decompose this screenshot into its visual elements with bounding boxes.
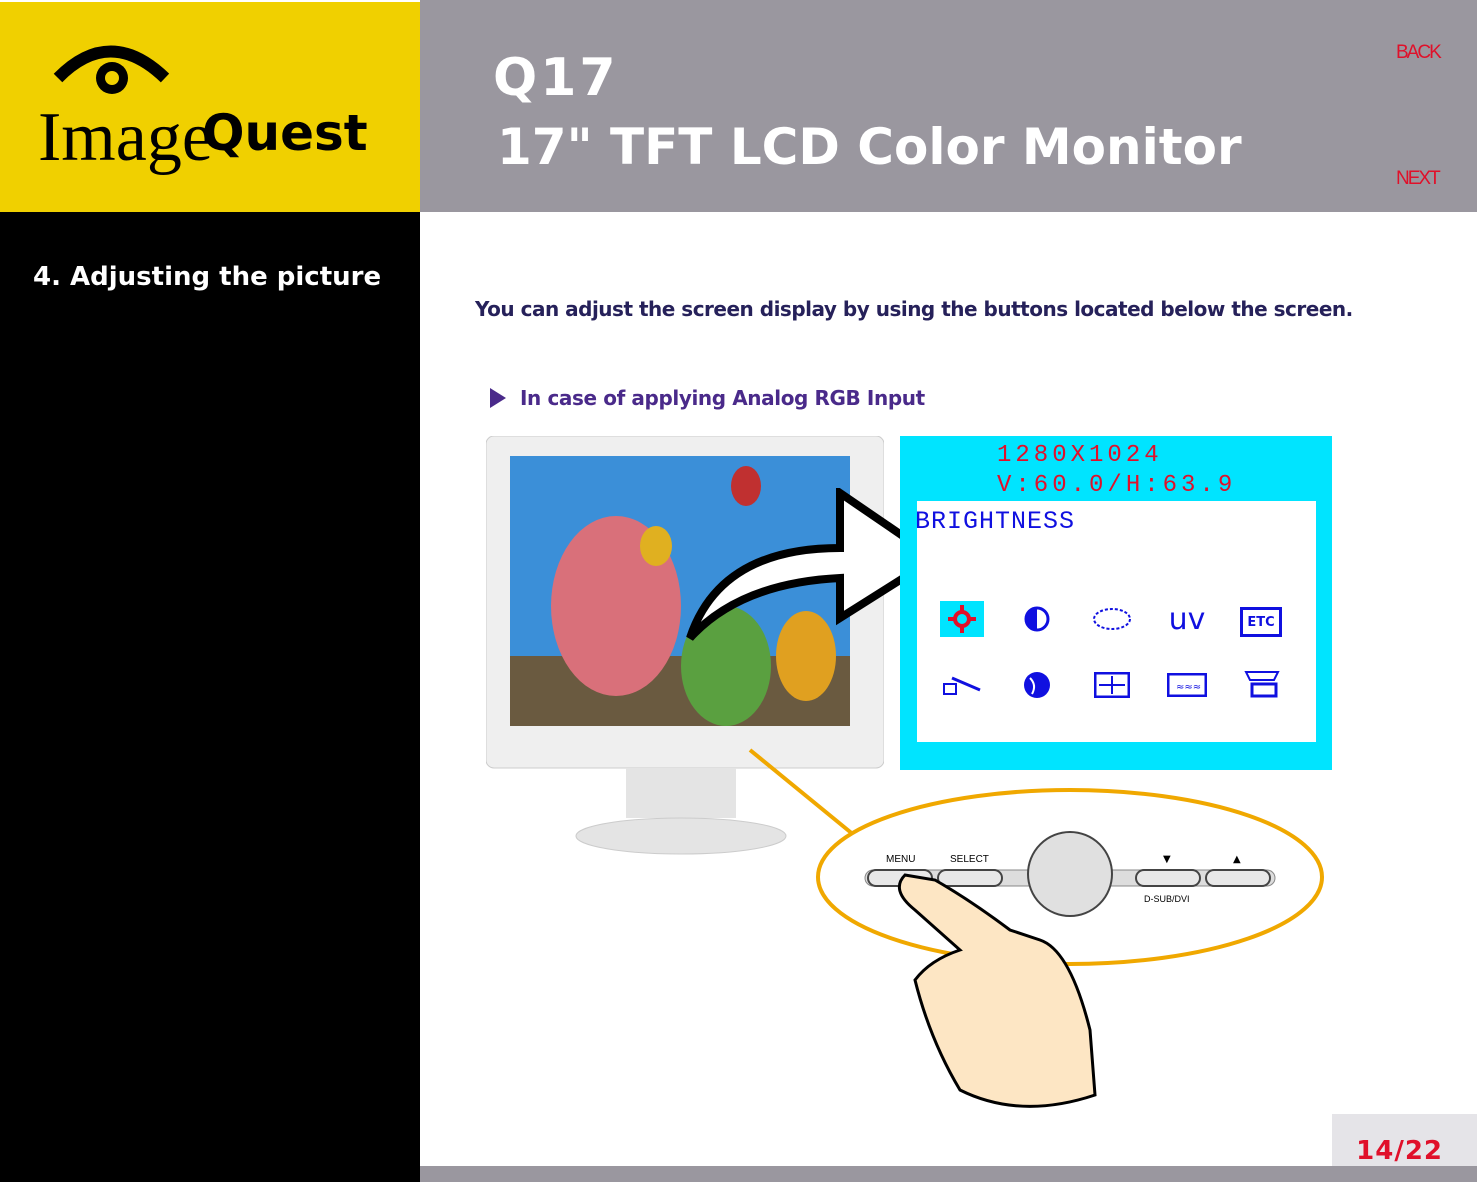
up-button[interactable] (1205, 869, 1271, 887)
position-icon[interactable] (1090, 667, 1134, 703)
osd-frequency: V:60.0/H:63.9 (997, 472, 1237, 499)
section-title: 4. Adjusting the picture (33, 262, 382, 292)
uv-icon[interactable]: uv (1165, 601, 1209, 637)
model-title: Q17 (493, 48, 619, 108)
back-link[interactable]: BACK (1396, 42, 1442, 64)
down-button[interactable] (1135, 869, 1201, 887)
select-button[interactable] (937, 869, 1003, 887)
input-icon[interactable] (1240, 667, 1284, 703)
svg-text:≈≈≈: ≈≈≈ (1176, 682, 1201, 693)
subheading-text: In case of applying Analog RGB Input (520, 386, 925, 410)
degauss-icon[interactable] (940, 667, 984, 703)
language-icon[interactable] (1015, 667, 1059, 703)
brightness-icon[interactable] (940, 601, 984, 637)
control-panel-callout: MENU SELECT ▼ ▲ D-SUB/DVI (748, 748, 1324, 1108)
osd-screen: 1280X1024 V:60.0/H:63.9 BRIGHTNESS uv ET… (900, 436, 1332, 770)
menu-label: MENU (886, 854, 915, 865)
triangle-bullet-icon (490, 388, 506, 408)
svg-text:Quest: Quest (202, 104, 368, 162)
subheading: In case of applying Analog RGB Input (490, 386, 925, 410)
color-palette-icon[interactable] (1090, 601, 1134, 637)
footer-bar (420, 1166, 1477, 1182)
logo-panel: Image Quest (0, 0, 420, 212)
intro-text: You can adjust the screen display by usi… (475, 297, 1353, 321)
select-label: SELECT (950, 854, 989, 865)
contrast-icon[interactable] (1015, 601, 1059, 637)
next-link[interactable]: NEXT (1396, 168, 1441, 190)
imagequest-logo: Image Quest (38, 45, 368, 176)
phase-icon[interactable]: ≈≈≈ (1165, 667, 1209, 703)
up-arrow-icon: ▲ (1233, 854, 1241, 865)
product-title: 17" TFT LCD Color Monitor (497, 118, 1242, 176)
power-button[interactable] (1027, 831, 1113, 917)
osd-current-item: BRIGHTNESS (915, 507, 1076, 536)
etc-icon[interactable]: ETC (1240, 607, 1282, 637)
input-label: D-SUB/DVI (1144, 894, 1190, 904)
down-arrow-icon: ▼ (1163, 854, 1171, 865)
svg-text:Image: Image (38, 99, 213, 176)
osd-menu: BRIGHTNESS uv ETC ≈≈≈ (915, 501, 1316, 742)
sidebar (0, 212, 420, 1182)
page-indicator: 14/22 (1356, 1136, 1443, 1166)
osd-resolution: 1280X1024 (997, 442, 1163, 469)
